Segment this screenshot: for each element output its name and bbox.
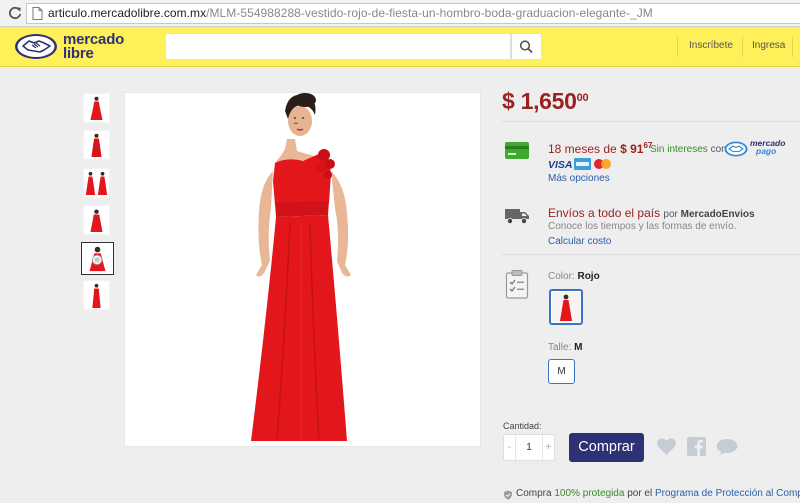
nav-divider xyxy=(792,37,793,57)
shipping-title: Envíos a todo el país por MercadoEnvios xyxy=(548,206,755,220)
product-main-image[interactable] xyxy=(124,92,481,447)
site-header: mercado libre Inscríbete Ingresa xyxy=(0,27,800,67)
product-thumbnail[interactable] xyxy=(83,168,110,198)
shipping-by: por xyxy=(663,209,678,220)
search-input[interactable] xyxy=(165,33,511,60)
product-price: $ 1,65000 xyxy=(502,88,589,115)
buyer-protection-text: Compra 100% protegida por el Programa de… xyxy=(516,488,800,499)
visa-logo: VISA xyxy=(548,159,573,170)
url-field[interactable]: articulo.mercadolibre.com.mx/MLM-5549882… xyxy=(26,3,800,24)
dress-detail-thumbnail-image xyxy=(89,246,106,272)
mercadopago-logo: mercado pago xyxy=(724,139,790,159)
quantity-increment-button[interactable]: + xyxy=(542,435,554,460)
reload-icon[interactable] xyxy=(7,5,23,21)
clipboard-icon xyxy=(505,270,529,299)
nav-divider xyxy=(677,37,678,57)
price-currency: $ xyxy=(502,88,515,114)
size-value: M xyxy=(574,342,583,353)
installments-prefix: 18 meses de xyxy=(548,142,617,156)
mercadolibre-logo[interactable]: mercado libre xyxy=(14,32,134,62)
product-thumbnail[interactable] xyxy=(83,205,110,235)
product-thumbnail[interactable] xyxy=(83,280,110,310)
size-label: Talle: xyxy=(548,342,572,353)
facebook-icon[interactable] xyxy=(687,437,706,456)
heart-icon[interactable] xyxy=(656,437,677,456)
more-payment-options-link[interactable]: Más opciones xyxy=(548,173,610,184)
price-cents: 00 xyxy=(576,92,589,104)
protection-prefix: Compra xyxy=(516,488,552,499)
mercadopago-handshake-icon xyxy=(724,141,748,157)
no-interest-label: Sin intereses xyxy=(650,144,708,155)
url-text: articulo.mercadolibre.com.mx/MLM-5549882… xyxy=(48,6,653,20)
installment-amount: $ 9167 xyxy=(620,141,652,156)
buy-button[interactable]: Comprar xyxy=(569,433,644,462)
protection-program-link[interactable]: Programa de Protección al Comprador xyxy=(655,488,800,499)
color-label: Color: xyxy=(548,271,575,282)
nav-divider xyxy=(742,37,743,57)
quantity-stepper[interactable]: - 1 + xyxy=(503,434,555,461)
divider xyxy=(502,254,800,255)
page-icon xyxy=(32,7,43,20)
product-thumbnail[interactable] xyxy=(83,130,110,160)
shipping-note: Conoce los tiempos y las formas de envío… xyxy=(548,221,737,232)
search-icon xyxy=(519,40,533,54)
url-path: /MLM-554988288-vestido-rojo-de-fiesta-un… xyxy=(206,6,653,20)
installment-currency: $ xyxy=(620,142,627,156)
protection-middle: por el xyxy=(627,488,653,499)
login-link[interactable]: Ingresa xyxy=(752,40,785,51)
quantity-value[interactable]: 1 xyxy=(516,435,542,460)
quantity-label: Cantidad: xyxy=(503,421,542,431)
dress-thumbnail-image xyxy=(91,133,102,158)
color-option-red[interactable] xyxy=(549,289,583,325)
dress-thumbnail-image xyxy=(90,96,103,121)
no-interest-text: Sin intereses con xyxy=(650,144,727,155)
red-dress-swatch-image xyxy=(552,292,580,322)
installment-main: 91 xyxy=(630,142,644,156)
dress-thumbnail-image xyxy=(92,283,101,308)
calculate-cost-link[interactable]: Calcular costo xyxy=(548,236,611,247)
color-value: Rojo xyxy=(577,271,600,282)
chat-bubble-icon[interactable] xyxy=(716,438,738,456)
divider xyxy=(502,121,800,122)
logo-text: mercado libre xyxy=(63,32,124,62)
dress-thumbnail-image xyxy=(90,209,103,233)
url-host: articulo.mercadolibre.com.mx xyxy=(48,6,207,20)
shipping-title-text: Envíos a todo el país xyxy=(548,206,661,220)
protection-percent: 100% protegida xyxy=(554,488,625,499)
installments-text: 18 meses de $ 9167 xyxy=(548,141,652,156)
shield-icon xyxy=(504,490,512,500)
product-thumbnail-selected[interactable] xyxy=(81,242,114,275)
browser-address-bar: articulo.mercadolibre.com.mx/MLM-5549882… xyxy=(0,0,800,27)
quantity-decrement-button[interactable]: - xyxy=(504,435,516,460)
search-button[interactable] xyxy=(511,33,542,60)
credit-card-icon xyxy=(505,142,529,159)
handshake-icon xyxy=(15,34,57,59)
color-attribute: Color: Rojo xyxy=(548,271,600,282)
mercadopago-wordmark: mercado pago xyxy=(750,139,785,156)
logo-line-2: libre xyxy=(63,45,94,62)
card-logos: VISA xyxy=(548,158,611,170)
truck-icon xyxy=(505,209,529,224)
product-thumbnail[interactable] xyxy=(83,93,110,123)
price-main: 1,650 xyxy=(520,88,577,114)
dress-thumbnail-image xyxy=(85,171,108,196)
mercadopago-line-2: pago xyxy=(756,146,777,156)
size-option-m[interactable]: M xyxy=(548,359,575,384)
size-attribute: Talle: M xyxy=(548,342,582,353)
signup-link[interactable]: Inscríbete xyxy=(689,40,733,51)
red-dress-model-image xyxy=(251,93,351,441)
shipping-provider: MercadoEnvios xyxy=(680,209,755,220)
